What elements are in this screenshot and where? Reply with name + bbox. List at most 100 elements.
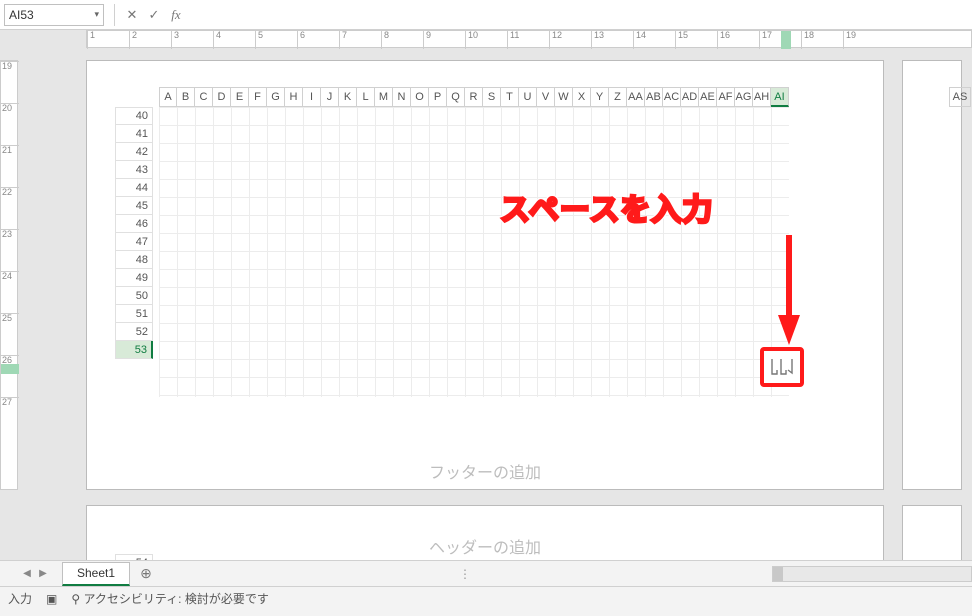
- cancel-button[interactable]: ✕: [121, 4, 143, 26]
- row-header-53[interactable]: 53: [115, 341, 153, 359]
- column-header-right[interactable]: AS: [949, 87, 971, 107]
- hruler-marker[interactable]: [781, 31, 791, 49]
- formula-bar: AI53 ▾ ✕ ✓ fx: [0, 0, 972, 30]
- column-header-AH[interactable]: AH: [753, 87, 771, 107]
- column-header-U[interactable]: U: [519, 87, 537, 107]
- vertical-ruler[interactable]: 192021222324252627: [0, 60, 18, 490]
- column-headers: ABCDEFGHIJKLMNOPQRSTUVWXYZAAABACADAEAFAG…: [159, 87, 789, 107]
- column-header-AA[interactable]: AA: [627, 87, 645, 107]
- row-header-45[interactable]: 45: [115, 197, 153, 215]
- column-header-P[interactable]: P: [429, 87, 447, 107]
- column-header-X[interactable]: X: [573, 87, 591, 107]
- macro-record-icon[interactable]: ▣: [46, 592, 57, 606]
- hruler-tick: 17: [759, 31, 772, 49]
- vruler-tick: 26: [1, 355, 19, 365]
- accessibility-status[interactable]: ⚲ アクセシビリティ: 検討が必要です: [71, 590, 269, 607]
- page-area-2: 54 ヘッダーの追加: [86, 505, 884, 560]
- tab-next-button[interactable]: ▶: [36, 567, 50, 581]
- header-placeholder-text: ヘッダーの追加: [429, 540, 541, 557]
- accept-button[interactable]: ✓: [143, 4, 165, 26]
- page-area: 4041424344454647484950515253 ABCDEFGHIJK…: [86, 60, 884, 490]
- column-header-O[interactable]: O: [411, 87, 429, 107]
- name-box-value: AI53: [9, 8, 34, 22]
- column-header-Z[interactable]: Z: [609, 87, 627, 107]
- hruler-tick: 4: [213, 31, 221, 49]
- column-header-AB[interactable]: AB: [645, 87, 663, 107]
- row-header-42[interactable]: 42: [115, 143, 153, 161]
- column-header-D[interactable]: D: [213, 87, 231, 107]
- vruler-tick: 21: [1, 145, 19, 155]
- column-header-L[interactable]: L: [357, 87, 375, 107]
- vruler-marker[interactable]: [1, 364, 19, 374]
- status-bar: 入力 ▣ ⚲ アクセシビリティ: 検討が必要です: [0, 586, 972, 610]
- column-header-Y[interactable]: Y: [591, 87, 609, 107]
- column-header-AE[interactable]: AE: [699, 87, 717, 107]
- hruler-tick: 18: [801, 31, 814, 49]
- column-header-A[interactable]: A: [159, 87, 177, 107]
- row-header-50[interactable]: 50: [115, 287, 153, 305]
- column-header-N[interactable]: N: [393, 87, 411, 107]
- name-box[interactable]: AI53 ▾: [4, 4, 104, 26]
- column-header-F[interactable]: F: [249, 87, 267, 107]
- vruler-tick: 25: [1, 313, 19, 323]
- name-box-dropdown-icon[interactable]: ▾: [94, 9, 99, 20]
- column-header-T[interactable]: T: [501, 87, 519, 107]
- sheet-tab-bar: ◀ ▶ Sheet1 ⊕ ⋮: [0, 560, 972, 586]
- row-header-40[interactable]: 40: [115, 107, 153, 125]
- tab-prev-button[interactable]: ◀: [20, 567, 34, 581]
- row-header-48[interactable]: 48: [115, 251, 153, 269]
- column-header-AD[interactable]: AD: [681, 87, 699, 107]
- hruler-tick: 2: [129, 31, 137, 49]
- column-header-B[interactable]: B: [177, 87, 195, 107]
- column-header-E[interactable]: E: [231, 87, 249, 107]
- column-header-V[interactable]: V: [537, 87, 555, 107]
- tab-nav: ◀ ▶: [20, 567, 50, 581]
- cell-grid[interactable]: [159, 107, 789, 397]
- column-header-W[interactable]: W: [555, 87, 573, 107]
- plus-circle-icon: ⊕: [140, 565, 152, 582]
- hruler-tick: 15: [675, 31, 688, 49]
- add-sheet-button[interactable]: ⊕: [134, 562, 158, 586]
- page-area-right: AS: [902, 60, 962, 490]
- column-header-AF[interactable]: AF: [717, 87, 735, 107]
- footer-placeholder[interactable]: フッターの追加: [87, 459, 883, 483]
- column-header-AI[interactable]: AI: [771, 87, 789, 107]
- formula-input[interactable]: [187, 4, 972, 26]
- hruler-tick: 5: [255, 31, 263, 49]
- hruler-tick: 3: [171, 31, 179, 49]
- column-header-J[interactable]: J: [321, 87, 339, 107]
- row-headers: 4041424344454647484950515253: [115, 107, 153, 359]
- row-header-43[interactable]: 43: [115, 161, 153, 179]
- column-header-G[interactable]: G: [267, 87, 285, 107]
- hruler-tick: 12: [549, 31, 562, 49]
- horizontal-ruler[interactable]: 12345678910111213141516171819: [86, 30, 972, 48]
- column-header-Q[interactable]: Q: [447, 87, 465, 107]
- row-header-51[interactable]: 51: [115, 305, 153, 323]
- row-header-49[interactable]: 49: [115, 269, 153, 287]
- tab-split[interactable]: ⋮: [459, 567, 471, 581]
- column-header-H[interactable]: H: [285, 87, 303, 107]
- column-header-R[interactable]: R: [465, 87, 483, 107]
- column-header-K[interactable]: K: [339, 87, 357, 107]
- accessibility-icon: ⚲: [71, 592, 80, 606]
- column-header-M[interactable]: M: [375, 87, 393, 107]
- hruler-tick: 10: [465, 31, 478, 49]
- column-header-AG[interactable]: AG: [735, 87, 753, 107]
- horizontal-scrollbar[interactable]: [772, 566, 972, 582]
- header-placeholder[interactable]: ヘッダーの追加: [87, 534, 883, 558]
- insert-function-button[interactable]: fx: [165, 4, 187, 26]
- hruler-tick: 8: [381, 31, 389, 49]
- row-header-46[interactable]: 46: [115, 215, 153, 233]
- column-header-AC[interactable]: AC: [663, 87, 681, 107]
- column-header-C[interactable]: C: [195, 87, 213, 107]
- column-header-I[interactable]: I: [303, 87, 321, 107]
- row-header-52[interactable]: 52: [115, 323, 153, 341]
- hruler-tick: 6: [297, 31, 305, 49]
- row-header-44[interactable]: 44: [115, 179, 153, 197]
- column-header-S[interactable]: S: [483, 87, 501, 107]
- scroll-thumb[interactable]: [773, 567, 783, 581]
- sheet-tab-1[interactable]: Sheet1: [62, 562, 130, 586]
- row-header-41[interactable]: 41: [115, 125, 153, 143]
- row-header-47[interactable]: 47: [115, 233, 153, 251]
- hruler-tick: 13: [591, 31, 604, 49]
